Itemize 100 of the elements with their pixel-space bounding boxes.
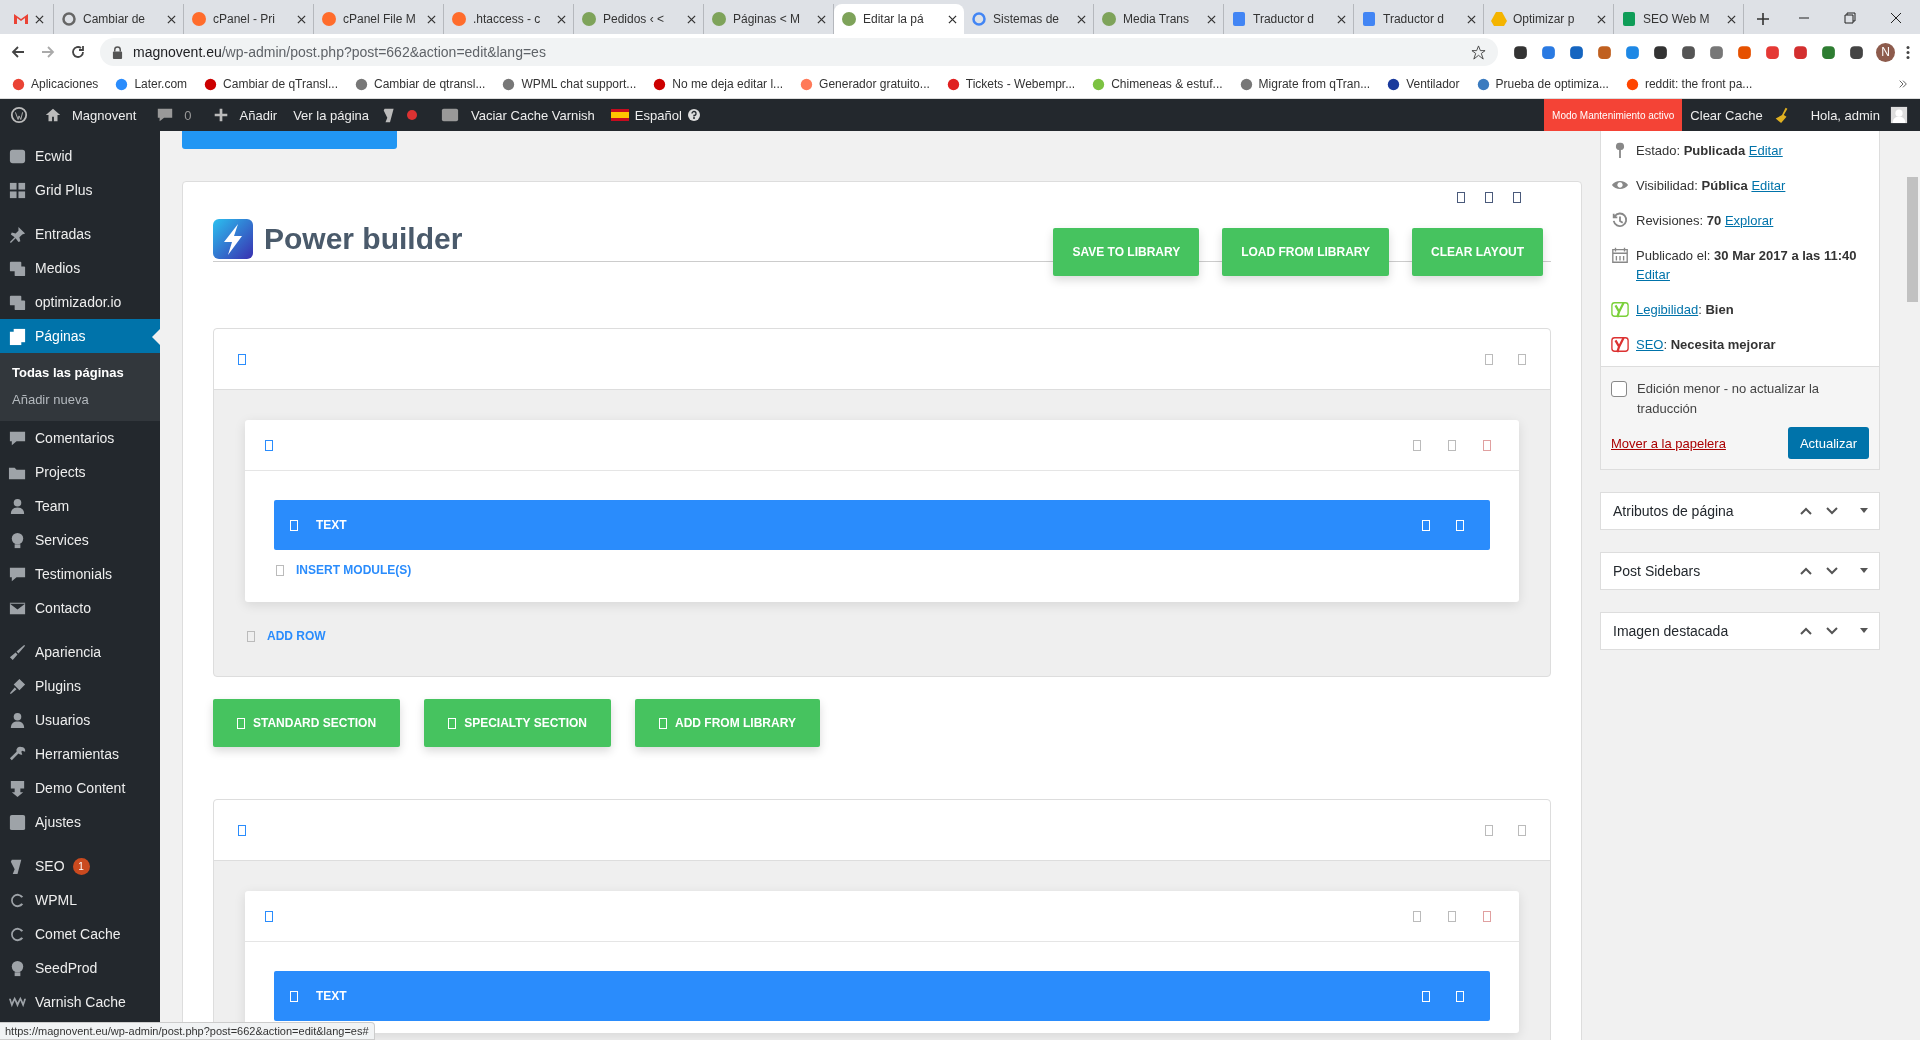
menu-item[interactable]: Comet Cache xyxy=(0,917,160,951)
more-icon[interactable] xyxy=(1906,43,1910,61)
caret-icon[interactable] xyxy=(1859,627,1869,635)
reload-icon[interactable] xyxy=(70,44,86,60)
account-link[interactable]: Hola, admin xyxy=(1802,99,1920,131)
menu-item[interactable]: Varnish Cache xyxy=(0,985,160,1019)
menu-item[interactable]: optimizador.io xyxy=(0,285,160,319)
menu-item[interactable]: Testimonials xyxy=(0,557,160,591)
bookmark[interactable]: No me deja editar l... xyxy=(653,77,784,91)
close-icon[interactable] xyxy=(1337,14,1346,24)
close-icon[interactable] xyxy=(1077,14,1086,24)
bookmark[interactable]: Prueba de optimiza... xyxy=(1476,77,1609,91)
missing-glyph-icon[interactable] xyxy=(265,910,273,922)
menu-item[interactable]: Usuarios xyxy=(0,703,160,737)
profile-avatar[interactable]: N xyxy=(1876,42,1895,62)
chevron-up-icon[interactable] xyxy=(1799,626,1813,636)
submenu-item[interactable]: Añadir nueva xyxy=(0,386,160,413)
chevron-down-icon[interactable] xyxy=(1825,506,1839,516)
scrollbar-thumb[interactable] xyxy=(1907,177,1918,302)
address-bar[interactable]: magnovent.eu/wp-admin/post.php?post=662&action=edit&lang=es xyxy=(100,38,1498,66)
close-icon[interactable] xyxy=(167,14,176,24)
close-icon[interactable] xyxy=(1467,14,1476,24)
meta-box-header[interactable]: Imagen destacada xyxy=(1600,612,1880,650)
close-icon[interactable] xyxy=(687,14,696,24)
close-icon[interactable] xyxy=(427,14,436,24)
menu-item[interactable]: Services xyxy=(0,523,160,557)
bookmark[interactable]: Tickets - Webempr... xyxy=(946,77,1076,91)
close-icon[interactable] xyxy=(1597,14,1606,24)
bookmark[interactable]: Aplicaciones xyxy=(12,77,99,91)
new-link[interactable]: Añadir xyxy=(199,99,286,131)
menu-item[interactable]: SEO 1 xyxy=(0,849,160,883)
close-icon[interactable] xyxy=(817,14,826,24)
menu-item[interactable]: Apariencia xyxy=(0,635,160,669)
extension-icon[interactable] xyxy=(1680,43,1697,61)
menu-item[interactable]: Comentarios xyxy=(0,421,160,455)
missing-glyph-icon[interactable] xyxy=(1513,192,1521,203)
missing-glyph-icon[interactable] xyxy=(1485,192,1493,203)
meta-box-header[interactable]: Atributos de página xyxy=(1600,492,1880,530)
bookmark[interactable]: Generador gratuito... xyxy=(800,77,930,91)
extension-icon[interactable] xyxy=(1512,43,1529,61)
new-tab-icon[interactable] xyxy=(1756,12,1770,26)
submenu-item[interactable]: Todas las páginas xyxy=(0,359,160,386)
more-bookmarks-icon[interactable] xyxy=(1898,79,1908,89)
close-icon[interactable] xyxy=(948,14,957,24)
chevron-down-icon[interactable] xyxy=(1825,566,1839,576)
menu-item[interactable]: Contacto xyxy=(0,591,160,625)
varnish-link[interactable]: Vaciar Cache Varnish xyxy=(427,99,603,131)
info-link[interactable]: Explorar xyxy=(1724,213,1774,228)
close-icon[interactable] xyxy=(35,14,44,24)
menu-item[interactable]: SeedProd xyxy=(0,951,160,985)
menu-item[interactable]: Ajustes xyxy=(0,805,160,839)
caret-icon[interactable] xyxy=(1859,567,1869,575)
maintenance-badge[interactable]: Modo Mantenimiento activo xyxy=(1544,99,1683,131)
bookmark[interactable]: Later.com xyxy=(115,77,188,91)
bookmark[interactable]: Cambiar de qtransl... xyxy=(355,77,486,91)
missing-glyph-icon[interactable] xyxy=(238,353,246,365)
info-link[interactable]: Editar xyxy=(1748,143,1783,158)
bookmark[interactable]: Chimeneas & estuf... xyxy=(1092,77,1223,91)
meta-box-header[interactable]: Post Sidebars xyxy=(1600,552,1880,590)
menu-item[interactable]: Medios xyxy=(0,251,160,285)
menu-item[interactable]: Herramientas xyxy=(0,737,160,771)
info-link[interactable]: Editar xyxy=(1636,267,1670,282)
close-icon[interactable] xyxy=(557,14,566,24)
menu-item[interactable]: WPML xyxy=(0,883,160,917)
menu-item[interactable]: Entradas xyxy=(0,217,160,251)
browser-tab[interactable]: Editar la pá xyxy=(834,4,964,34)
close-icon[interactable] xyxy=(297,14,306,24)
bookmark[interactable]: reddit: the front pa... xyxy=(1625,77,1753,91)
restore-icon[interactable] xyxy=(1844,12,1856,24)
extension-icon[interactable] xyxy=(1568,43,1585,61)
info-link[interactable]: Editar xyxy=(1751,178,1786,193)
update-button[interactable]: Actualizar xyxy=(1787,427,1869,459)
chevron-up-icon[interactable] xyxy=(1799,566,1813,576)
clear-cache-link[interactable]: Clear Cache xyxy=(1682,99,1803,131)
comments-link[interactable]: 0 xyxy=(144,99,200,131)
bookmark[interactable]: Migrate from qTran... xyxy=(1239,77,1371,91)
bookmark[interactable]: Ventilador xyxy=(1387,77,1460,91)
extension-icon[interactable] xyxy=(1848,43,1865,61)
language-link[interactable]: Español xyxy=(602,99,708,131)
bookmark[interactable]: Cambiar de qTransl... xyxy=(204,77,338,91)
back-icon[interactable] xyxy=(10,44,26,60)
missing-glyph-icon[interactable] xyxy=(1457,192,1465,203)
menu-item[interactable]: Team xyxy=(0,489,160,523)
close-icon[interactable] xyxy=(1207,14,1216,24)
extension-icon[interactable] xyxy=(1652,43,1669,61)
menu-item[interactable]: Grid Plus xyxy=(0,173,160,207)
missing-glyph-icon[interactable] xyxy=(238,824,246,836)
chevron-up-icon[interactable] xyxy=(1799,506,1813,516)
menu-item[interactable]: Plugins xyxy=(0,669,160,703)
trash-link[interactable]: Mover a la papelera xyxy=(1611,435,1726,451)
missing-glyph-icon[interactable] xyxy=(265,439,273,451)
site-link[interactable]: Magnovent xyxy=(32,99,145,131)
star-icon[interactable] xyxy=(1471,44,1486,60)
close-icon[interactable] xyxy=(1890,12,1902,24)
menu-item[interactable]: Ecwid xyxy=(0,139,160,173)
menu-item[interactable]: Demo Content xyxy=(0,771,160,805)
menu-item[interactable]: Páginas xyxy=(0,319,160,353)
menu-item[interactable]: Projects xyxy=(0,455,160,489)
chevron-down-icon[interactable] xyxy=(1825,626,1839,636)
close-icon[interactable] xyxy=(1727,14,1736,24)
